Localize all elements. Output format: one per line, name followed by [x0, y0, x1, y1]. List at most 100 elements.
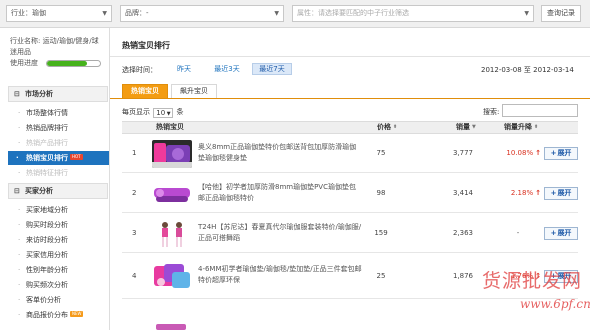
filter-bar: 行业：瑜伽 ▼ 品牌：- ▼ 属性：请选择要匹配的中子行业筛选 ▼ 查询记录 [0, 0, 590, 28]
product-name[interactable]: T24H【苏尼达】春夏真代尔瑜伽服套装特价/瑜伽服/正品可搭舞蹈 [198, 222, 362, 244]
sidebar-item-label: 热销宝贝排行 [26, 154, 68, 162]
product-thumbnail[interactable] [152, 262, 192, 290]
sort-icon: ⬍ [393, 124, 398, 130]
sidebar-item-label: 市场整体行情 [26, 109, 68, 117]
bullet-icon: · [18, 109, 21, 117]
tab-rising-items[interactable]: 飙升宝贝 [171, 84, 217, 99]
group-buyer-analysis[interactable]: ⊟ 买家分析 [8, 183, 108, 199]
table-row [122, 300, 578, 330]
sidebar-item-gender-age[interactable]: · 性别年龄分析 [18, 263, 108, 277]
sales-rise: 10.08% ↑ [506, 149, 541, 157]
product-price: 98 [376, 189, 386, 197]
sidebar-item-buyer-credit[interactable]: · 买家信用分析 [18, 248, 108, 262]
query-history-button[interactable]: 查询记录 [541, 5, 581, 22]
sidebar-item-purchase-time[interactable]: · 购买时段分析 [18, 218, 108, 232]
date-separator: 至 [523, 66, 531, 74]
sort-desc-icon: ▼ [472, 124, 476, 130]
col-price[interactable]: 价格 ⬍ [377, 122, 397, 133]
product-price: 159 [374, 229, 388, 237]
per-page-prefix: 每页显示 [122, 108, 150, 116]
usage-label: 使用进度 [10, 59, 38, 67]
expand-button[interactable]: +展开 [544, 147, 578, 160]
new-badge: NEW [70, 311, 84, 317]
chevron-down-icon: ▼ [165, 111, 171, 117]
product-name[interactable]: 4-6MM初学者瑜伽垫/瑜伽毯/垫加垫/正品三件套包邮特价超厚环保 [198, 264, 362, 286]
plus-icon: + [550, 189, 557, 197]
sales-rise: - [516, 229, 520, 237]
row-index: 1 [132, 149, 137, 157]
attribute-select[interactable]: 属性：请选择要匹配的中子行业筛选 ▼ [292, 5, 534, 22]
group-market-analysis[interactable]: ⊟ 市场分析 [8, 86, 108, 102]
sales-rise: 2.18% ↑ [510, 189, 541, 197]
bullet-icon: · [18, 206, 21, 214]
arrow-up-icon: ↑ [535, 149, 541, 157]
industry-select[interactable]: 行业：瑜伽 ▼ [6, 5, 112, 22]
sidebar-item-visit-time[interactable]: · 来访时段分析 [18, 233, 108, 247]
per-page-value: 10 [156, 109, 166, 117]
page-title: 热销宝贝排行 [122, 41, 170, 50]
sidebar-item-product-rank[interactable]: · 热销产品排行 [18, 136, 108, 150]
bullet-icon: · [18, 311, 21, 319]
industry-info: 行业名称: 运动/瑜伽/健身/球迷用品 [10, 37, 99, 56]
brand-select[interactable]: 品牌：- ▼ [120, 5, 284, 22]
time-label: 选择时间： [122, 66, 157, 74]
per-page-select[interactable]: 10 ▼ [153, 108, 174, 118]
row-index: 3 [132, 229, 137, 237]
search-input[interactable] [502, 104, 578, 117]
product-thumbnail[interactable] [152, 322, 192, 330]
product-price: 75 [376, 149, 386, 157]
sidebar-item-label: 商品报价分布 [26, 311, 68, 319]
expand-button[interactable]: +展开 [544, 187, 578, 200]
range-last-7-days[interactable]: 最近7天 [252, 63, 292, 75]
group-label: 市场分析 [25, 90, 53, 98]
sidebar-item-label: 热销产品排行 [26, 139, 68, 147]
product-sales: 1,876 [452, 272, 474, 280]
product-thumbnail[interactable] [152, 180, 192, 208]
plus-icon: + [550, 149, 557, 157]
bullet-icon: · [18, 251, 21, 259]
range-last-3-days[interactable]: 最近3天 [209, 63, 245, 75]
product-price: 25 [376, 272, 386, 280]
sidebar-item-label: 购买时段分析 [26, 221, 68, 229]
date-to: 2012-03-14 [533, 66, 574, 74]
sidebar-item-price-distribution[interactable]: · 商品报价分布 NEW [18, 308, 108, 322]
expand-button[interactable]: +展开 [544, 227, 578, 240]
sidebar-item-unit-price[interactable]: · 客单价分析 [18, 293, 108, 307]
row-index: 2 [132, 189, 137, 197]
product-thumbnail[interactable] [152, 140, 192, 168]
hot-badge: HOT [70, 154, 83, 160]
sidebar-item-market-overview[interactable]: · 市场整体行情 [18, 106, 108, 120]
table-row: 2 【哈他】初学者加厚防滑8mm瑜伽垫PVC瑜伽垫包邮正品瑜伽毯特价 98 3,… [122, 174, 578, 213]
collapse-icon: ⊟ [14, 187, 20, 195]
bullet-icon: · [18, 296, 21, 304]
usage-progress-fill [47, 61, 87, 66]
sidebar: 行业名称: 运动/瑜伽/健身/球迷用品 使用进度 ⊟ 市场分析 · 市场整体行情 … [0, 28, 110, 330]
col-rise[interactable]: 销量升降 ⬍ [504, 122, 538, 133]
sidebar-item-feature-rank[interactable]: · 热销特征排行 [18, 166, 108, 180]
sidebar-item-buyer-region[interactable]: · 买家地域分析 [18, 203, 108, 217]
sidebar-item-label: 热销特征排行 [26, 169, 68, 177]
sidebar-item-label: 热销品牌排行 [26, 124, 68, 132]
sidebar-item-label: 买家地域分析 [26, 206, 68, 214]
row-index: 4 [132, 272, 137, 280]
tab-hot-items[interactable]: 热销宝贝 [122, 84, 168, 99]
sidebar-item-item-rank[interactable]: · 热销宝贝排行 HOT [8, 151, 109, 165]
sidebar-item-brand-rank[interactable]: · 热销品牌排行 [18, 121, 108, 135]
divider [110, 56, 590, 57]
product-name[interactable]: 奥义8mm正品瑜伽垫特价包邮送背包加厚防滑瑜伽垫瑜伽毯健身垫 [198, 142, 362, 164]
product-sales: 2,363 [452, 229, 474, 237]
product-thumbnail[interactable] [152, 220, 192, 248]
table-row: 1 奥义8mm正品瑜伽垫特价包邮送背包加厚防滑瑜伽垫瑜伽毯健身垫 75 3,77… [122, 134, 578, 173]
per-page-suffix: 条 [176, 108, 184, 116]
product-name[interactable]: 【哈他】初学者加厚防滑8mm瑜伽垫PVC瑜伽垫包邮正品瑜伽毯特价 [198, 182, 362, 204]
bullet-icon: · [18, 266, 21, 274]
bullet-icon: · [16, 154, 19, 162]
tab-underline [110, 98, 590, 99]
sidebar-item-label: 性别年龄分析 [26, 266, 68, 274]
sidebar-item-purchase-frequency[interactable]: · 购买频次分析 [18, 278, 108, 292]
chevron-down-icon: ▼ [102, 10, 107, 17]
col-sales[interactable]: 销量 ▼ [456, 122, 476, 133]
chevron-down-icon: ▼ [524, 10, 529, 17]
group-label: 买家分析 [25, 187, 53, 195]
range-yesterday[interactable]: 昨天 [172, 63, 196, 75]
